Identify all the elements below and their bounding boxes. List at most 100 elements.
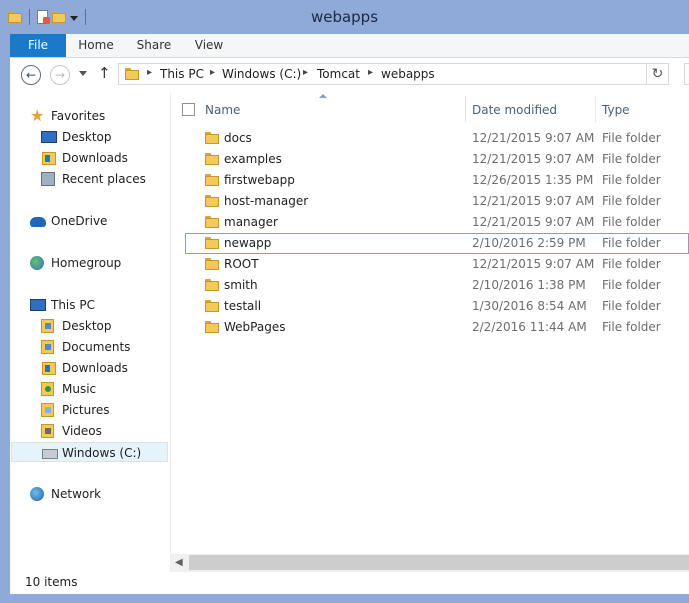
- column-divider[interactable]: [595, 96, 596, 122]
- folder-icon: [205, 237, 219, 249]
- file-row-manager[interactable]: manager 12/21/2015 9:07 AM File folder: [185, 212, 689, 233]
- status-bar: 10 items: [10, 572, 689, 594]
- downloads-icon: [41, 361, 56, 375]
- file-type: File folder: [602, 215, 661, 229]
- nav-label: This PC: [51, 298, 95, 312]
- chevron-right-icon[interactable]: ▸: [303, 67, 308, 78]
- file-type: File folder: [602, 194, 661, 208]
- file-name: firstwebapp: [224, 173, 295, 187]
- file-date: 2/10/2016 2:59 PM: [472, 236, 586, 250]
- folder-icon: [125, 68, 139, 80]
- title-bar[interactable]: webapps: [0, 0, 689, 34]
- breadcrumb-this-pc[interactable]: This PC: [160, 67, 204, 81]
- navigation-bar: ← → ↑ ▸ This PC ▸ Windows (C:) ▸ Tomcat …: [10, 58, 689, 92]
- tab-view[interactable]: View: [190, 34, 228, 57]
- item-count: 10 items: [25, 575, 78, 589]
- file-name: docs: [224, 131, 252, 145]
- nav-label: Windows (C:): [62, 446, 142, 460]
- folder-icon: [205, 174, 219, 186]
- address-bar[interactable]: ▸ This PC ▸ Windows (C:) ▸ Tomcat ▸ weba…: [118, 63, 647, 85]
- downloads-icon: [41, 151, 56, 165]
- desktop-icon: [41, 319, 54, 333]
- folder-icon: [205, 258, 219, 270]
- folder-icon: [205, 279, 219, 291]
- file-name: examples: [224, 152, 282, 166]
- pictures-icon: [41, 403, 54, 417]
- nav-label: Network: [51, 487, 102, 501]
- file-row-testall[interactable]: testall 1/30/2016 8:54 AM File folder: [185, 296, 689, 317]
- file-type: File folder: [602, 236, 661, 250]
- file-row-docs[interactable]: docs 12/21/2015 9:07 AM File folder: [185, 128, 689, 149]
- nav-label: Videos: [62, 424, 102, 438]
- back-button[interactable]: ←: [21, 65, 41, 85]
- music-icon: [41, 382, 54, 396]
- file-type: File folder: [602, 320, 661, 334]
- documents-icon: [41, 340, 54, 354]
- tab-home[interactable]: Home: [76, 34, 116, 57]
- nav-label: Favorites: [51, 109, 106, 123]
- folder-icon: [205, 321, 219, 333]
- search-box[interactable]: [684, 63, 689, 85]
- column-name[interactable]: Name: [205, 103, 240, 117]
- select-all-checkbox[interactable]: [182, 103, 195, 116]
- refresh-button[interactable]: ↻: [647, 63, 669, 85]
- folder-icon: [205, 153, 219, 165]
- file-name: testall: [224, 299, 262, 313]
- recent-places-icon: [41, 172, 55, 186]
- nav-label: Music: [62, 382, 97, 396]
- file-name: WebPages: [224, 320, 286, 334]
- column-date-modified[interactable]: Date modified: [472, 103, 557, 117]
- file-name: smith: [224, 278, 258, 292]
- file-type: File folder: [602, 299, 661, 313]
- file-row-host-manager[interactable]: host-manager 12/21/2015 9:07 AM File fol…: [185, 191, 689, 212]
- file-date: 12/21/2015 9:07 AM: [472, 152, 595, 166]
- up-button[interactable]: ↑: [98, 64, 111, 82]
- folder-icon: [205, 300, 219, 312]
- nav-label: Desktop: [62, 130, 112, 144]
- folder-icon: [205, 195, 219, 207]
- tab-share[interactable]: Share: [134, 34, 174, 57]
- network-icon: [30, 487, 44, 501]
- breadcrumb-webapps[interactable]: webapps: [381, 67, 435, 81]
- file-name: ROOT: [224, 257, 259, 271]
- onedrive-icon: [30, 217, 46, 227]
- folder-icon: [205, 216, 219, 228]
- horizontal-scrollbar[interactable]: ◀: [171, 554, 689, 572]
- file-date: 12/26/2015 1:35 PM: [472, 173, 594, 187]
- breadcrumb-tomcat[interactable]: Tomcat: [317, 67, 360, 81]
- computer-icon: [30, 299, 46, 311]
- file-row-root[interactable]: ROOT 12/21/2015 9:07 AM File folder: [185, 254, 689, 275]
- file-date: 12/21/2015 9:07 AM: [472, 257, 595, 271]
- nav-label: Desktop: [62, 319, 112, 333]
- chevron-right-icon[interactable]: ▸: [147, 67, 152, 78]
- ribbon: File Home Share View: [10, 34, 689, 58]
- file-row-firstwebapp[interactable]: firstwebapp 12/26/2015 1:35 PM File fold…: [185, 170, 689, 191]
- forward-button[interactable]: →: [50, 65, 70, 85]
- chevron-right-icon[interactable]: ▸: [368, 67, 373, 78]
- window-title: webapps: [310, 8, 379, 26]
- column-type[interactable]: Type: [602, 103, 630, 117]
- desktop-icon: [41, 131, 57, 143]
- file-type: File folder: [602, 152, 661, 166]
- file-row-smith[interactable]: smith 2/10/2016 1:38 PM File folder: [185, 275, 689, 296]
- videos-icon: [41, 424, 54, 438]
- scrollbar-thumb[interactable]: [189, 555, 689, 570]
- recent-locations-icon[interactable]: [79, 71, 87, 76]
- scroll-left-icon[interactable]: ◀: [175, 557, 183, 568]
- file-row-examples[interactable]: examples 12/21/2015 9:07 AM File folder: [185, 149, 689, 170]
- file-row-webpages[interactable]: WebPages 2/2/2016 11:44 AM File folder: [185, 317, 689, 338]
- file-list: Name Date modified Type docs 12/21/2015 …: [171, 92, 689, 554]
- nav-label: Recent places: [62, 172, 146, 186]
- file-type: File folder: [602, 173, 661, 187]
- nav-item-windows-c[interactable]: Windows (C:): [11, 442, 168, 462]
- breadcrumb-windows-c[interactable]: Windows (C:): [222, 67, 301, 81]
- star-icon: ★: [30, 106, 45, 125]
- nav-label: Pictures: [62, 403, 110, 417]
- file-row-newapp[interactable]: newapp 2/10/2016 2:59 PM File folder: [185, 233, 689, 254]
- nav-label: Homegroup: [51, 256, 122, 270]
- file-type: File folder: [602, 131, 661, 145]
- chevron-right-icon[interactable]: ▸: [210, 67, 215, 78]
- column-divider[interactable]: [465, 96, 466, 122]
- file-date: 2/2/2016 11:44 AM: [472, 320, 587, 334]
- tab-file[interactable]: File: [10, 34, 66, 57]
